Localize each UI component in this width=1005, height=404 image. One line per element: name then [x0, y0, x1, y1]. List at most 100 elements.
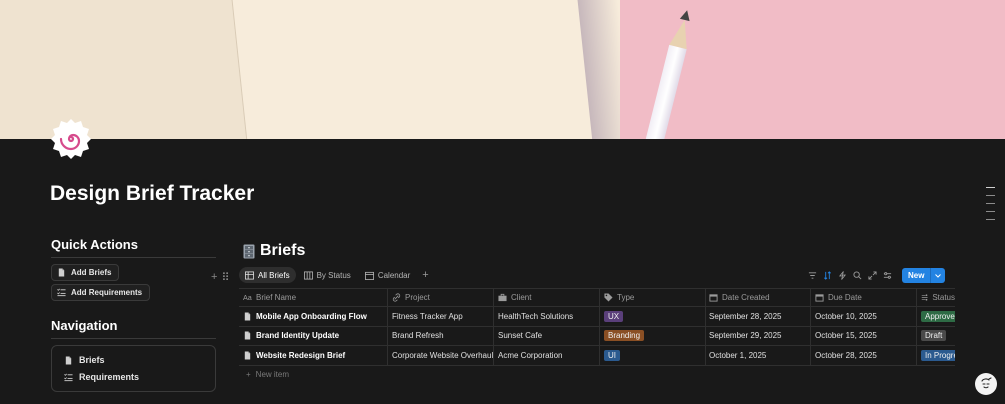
date-created-value: September 28, 2025	[709, 311, 782, 321]
table-row[interactable]: Mobile App Onboarding Flow Fitness Track…	[239, 307, 955, 327]
database-title-text: Briefs	[260, 242, 306, 259]
tab-all-briefs[interactable]: All Briefs	[239, 267, 296, 283]
tab-label: By Status	[316, 270, 351, 280]
column-header-date-created[interactable]: Date Created	[705, 289, 810, 306]
document-icon	[244, 331, 251, 340]
column-header-brief-name[interactable]: Aa Brief Name	[239, 289, 387, 306]
chevron-down-icon[interactable]	[930, 268, 945, 283]
brief-name: Website Redesign Brief	[256, 350, 346, 360]
column-header-label: Status	[932, 293, 955, 302]
client-cell[interactable]: Sunset Cafe	[494, 327, 599, 346]
column-header-project[interactable]: Project	[388, 289, 493, 306]
column-header-client[interactable]: Client	[494, 289, 599, 306]
client-value: Acme Corporation	[498, 350, 563, 360]
tab-label: All Briefs	[258, 270, 290, 280]
cover-image[interactable]	[0, 0, 1005, 139]
nav-item-label: Requirements	[79, 372, 140, 382]
status-icon	[921, 294, 928, 301]
type-tag: UX	[604, 310, 624, 322]
due-date-cell[interactable]: October 15, 2025	[811, 327, 916, 346]
project-cell[interactable]: Brand Refresh	[388, 327, 493, 346]
status-cell[interactable]: Draft	[917, 327, 955, 346]
new-item-label: New item	[255, 370, 290, 379]
table-header-row: Aa Brief Name Project Client Type Date C…	[239, 288, 955, 307]
tab-calendar[interactable]: Calendar	[359, 267, 416, 283]
settings-sliders-icon[interactable]	[883, 271, 892, 280]
table-icon	[245, 270, 254, 280]
status-cell[interactable]: Approved	[917, 307, 955, 326]
document-icon	[244, 312, 251, 321]
text-icon: Aa	[243, 293, 252, 302]
date-created-cell[interactable]: September 29, 2025	[705, 327, 810, 346]
plus-icon[interactable]: +	[211, 271, 217, 284]
type-tag: UI	[604, 349, 620, 361]
column-header-status[interactable]: Status	[917, 289, 955, 306]
new-button[interactable]: New	[902, 268, 946, 283]
navigation-divider	[51, 338, 216, 339]
new-item-button[interactable]: + New item	[246, 370, 289, 379]
tag-icon	[604, 293, 613, 302]
navigation-box: Briefs Requirements	[51, 345, 216, 392]
table-row[interactable]: Brand Identity Update Brand Refresh Suns…	[239, 326, 955, 346]
view-tabs: All Briefs By Status Calendar +	[239, 267, 433, 283]
add-requirements-button[interactable]: Add Requirements	[51, 284, 151, 301]
type-tag: Branding	[604, 330, 645, 342]
date-created-cell[interactable]: September 28, 2025	[705, 307, 810, 326]
expand-icon[interactable]	[868, 271, 877, 280]
add-briefs-button[interactable]: Add Briefs	[51, 264, 120, 281]
quick-actions-heading: Quick Actions	[51, 237, 138, 252]
project-cell[interactable]: Fitness Tracker App	[388, 307, 493, 326]
project-value: Brand Refresh	[392, 331, 444, 341]
client-cell[interactable]: HealthTech Solutions	[494, 307, 599, 326]
database-title[interactable]: Briefs	[243, 242, 305, 260]
briefs-table: Aa Brief Name Project Client Type Date C…	[239, 288, 955, 366]
add-view-icon[interactable]: +	[418, 269, 432, 281]
quick-actions-divider	[51, 257, 216, 258]
table-row[interactable]: Website Redesign Brief Corporate Website…	[239, 346, 955, 366]
tab-by-status[interactable]: By Status	[298, 267, 357, 283]
new-button-label: New	[908, 271, 925, 280]
cover-notebook-left	[0, 0, 274, 139]
checklist-icon	[64, 373, 73, 381]
brief-name-cell[interactable]: Website Redesign Brief	[239, 346, 387, 365]
notion-ai-button[interactable]	[975, 373, 997, 395]
client-cell[interactable]: Acme Corporation	[494, 346, 599, 365]
search-icon[interactable]	[853, 271, 862, 280]
status-badge: Draft	[921, 330, 947, 342]
date-created-cell[interactable]: October 1, 2025	[705, 346, 810, 365]
project-cell[interactable]: Corporate Website Overhaul	[388, 346, 493, 365]
column-header-due-date[interactable]: Due Date	[811, 289, 916, 306]
calendar-icon	[709, 294, 718, 302]
column-header-label: Type	[617, 293, 635, 302]
notion-ai-face-icon	[981, 377, 992, 389]
type-cell[interactable]: UI	[600, 346, 705, 365]
page-icon[interactable]	[50, 118, 92, 160]
drag-handle-icon[interactable]: ⠿	[221, 271, 229, 284]
project-value: Corporate Website Overhaul	[392, 350, 493, 360]
column-header-type[interactable]: Type	[600, 289, 705, 306]
lightning-icon[interactable]	[838, 271, 847, 280]
due-date-value: October 15, 2025	[815, 331, 877, 341]
checklist-icon	[57, 288, 66, 297]
brief-name-cell[interactable]: Brand Identity Update	[239, 327, 387, 346]
column-header-label: Date Created	[722, 293, 770, 302]
add-briefs-label: Add Briefs	[71, 268, 112, 277]
brief-name-cell[interactable]: Mobile App Onboarding Flow	[239, 307, 387, 326]
status-cell[interactable]: In Progress	[917, 346, 955, 365]
column-header-label: Project	[405, 293, 430, 302]
status-badge: Approved	[921, 310, 955, 322]
due-date-cell[interactable]: October 10, 2025	[811, 307, 916, 326]
block-handles[interactable]: + ⠿	[211, 271, 230, 284]
sort-icon[interactable]	[823, 271, 832, 280]
nav-item-briefs[interactable]: Briefs	[64, 355, 105, 365]
type-cell[interactable]: Branding	[600, 327, 705, 346]
filter-icon[interactable]	[808, 271, 817, 280]
page-title[interactable]: Design Brief Tracker	[50, 182, 254, 206]
date-created-value: October 1, 2025	[709, 350, 767, 360]
due-date-cell[interactable]: October 28, 2025	[811, 346, 916, 365]
swirl-badge-icon	[51, 119, 91, 159]
nav-item-requirements[interactable]: Requirements	[64, 372, 139, 382]
filing-cabinet-icon	[243, 244, 255, 258]
page-outline[interactable]	[986, 187, 995, 227]
type-cell[interactable]: UX	[600, 307, 705, 326]
